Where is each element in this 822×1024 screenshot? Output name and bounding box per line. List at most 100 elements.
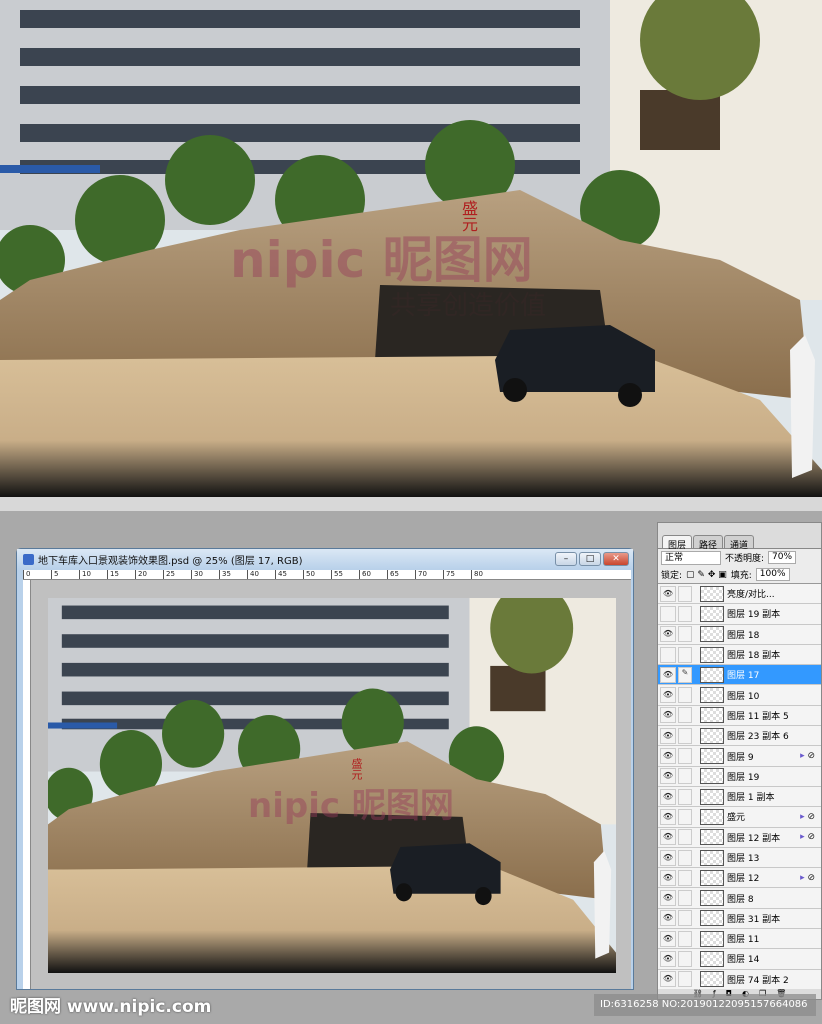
link-toggle[interactable] <box>678 748 692 765</box>
eye-icon[interactable]: 👁 <box>660 910 676 927</box>
tab-layers[interactable]: 图层 <box>662 535 693 551</box>
eye-icon[interactable]: 👁 <box>660 748 676 765</box>
layer-row[interactable]: 👁 图层 31 副本 <box>658 908 821 930</box>
layer-name: 图层 13 <box>727 854 760 864</box>
blend-mode-select[interactable]: 正常 <box>661 550 721 565</box>
layer-row[interactable]: 👁 ✎ 图层 17 <box>658 665 821 686</box>
layer-row[interactable]: 👁 盛元 ▸ ⊘ <box>658 807 821 828</box>
layer-row[interactable]: 图层 19 副本 <box>658 604 821 625</box>
maximize-button[interactable]: □ <box>579 552 601 566</box>
brush-icon[interactable]: ✎ <box>678 666 692 683</box>
fx-icon[interactable]: ▸ ⊘ <box>800 751 815 761</box>
link-toggle[interactable] <box>678 585 692 602</box>
eye-icon[interactable]: 👁 <box>660 788 676 805</box>
document-canvas-area[interactable]: 盛元 nipic 昵图网 <box>31 580 631 989</box>
link-toggle[interactable] <box>678 890 692 907</box>
eye-icon[interactable]: 👁 <box>660 808 676 825</box>
fx-icon[interactable]: ▸ ⊘ <box>800 812 815 822</box>
eye-icon[interactable]: 👁 <box>660 971 676 988</box>
layer-row[interactable]: 👁 图层 11 <box>658 929 821 950</box>
eye-icon[interactable]: 👁 <box>660 950 676 967</box>
minimize-button[interactable]: – <box>555 552 577 566</box>
link-toggle[interactable] <box>678 727 692 744</box>
ruler-tick: 70 <box>415 570 443 579</box>
fill-label: 填充: <box>730 571 752 581</box>
layer-row[interactable]: 👁 图层 14 <box>658 949 821 970</box>
layer-thumbnail <box>700 971 724 988</box>
link-toggle[interactable] <box>678 849 692 866</box>
eye-icon[interactable]: 👁 <box>660 707 676 724</box>
site-watermark-logo: 昵图网 www.nipic.com <box>10 997 212 1017</box>
tab-channels[interactable]: 通道 <box>724 535 755 551</box>
layer-name: 图层 19 <box>727 772 760 783</box>
visibility-toggle[interactable] <box>660 605 676 622</box>
layer-thumbnail <box>700 788 724 805</box>
layer-name: 图层 11 <box>727 935 760 946</box>
layer-row[interactable]: 👁 图层 1 副本 <box>658 786 821 808</box>
ruler-tick: 35 <box>219 570 247 579</box>
layer-thumbnail <box>700 930 724 947</box>
link-toggle[interactable] <box>678 930 692 947</box>
layer-row[interactable]: 👁 图层 12 ▸ ⊘ <box>658 868 821 889</box>
layer-row[interactable]: 👁 图层 8 <box>658 888 821 909</box>
layer-row[interactable]: 👁 图层 11 副本 5 <box>658 705 821 727</box>
close-button[interactable]: ✕ <box>603 552 629 566</box>
eye-icon[interactable]: 👁 <box>660 626 676 643</box>
link-toggle[interactable] <box>678 869 692 886</box>
layer-row[interactable]: 👁 图层 12 副本 ▸ ⊘ <box>658 827 821 848</box>
link-toggle[interactable] <box>678 646 692 663</box>
layer-row[interactable]: 👁 图层 23 副本 6 <box>658 726 821 747</box>
eye-icon[interactable]: 👁 <box>660 768 676 785</box>
link-toggle[interactable] <box>678 687 692 704</box>
eye-icon[interactable]: 👁 <box>660 829 676 846</box>
link-toggle[interactable] <box>678 626 692 643</box>
link-toggle[interactable] <box>678 788 692 805</box>
eye-icon[interactable]: 👁 <box>660 687 676 704</box>
layer-thumbnail <box>700 585 724 602</box>
layer-thumbnail <box>700 890 724 907</box>
link-toggle[interactable] <box>678 808 692 825</box>
layer-row[interactable]: 👁 图层 13 <box>658 847 821 869</box>
layer-row[interactable]: 👁 图层 74 副本 2 <box>658 969 821 990</box>
layer-name: 图层 9 <box>727 752 754 763</box>
canvas-image[interactable]: 盛元 nipic 昵图网 <box>48 598 616 973</box>
layer-row[interactable]: 👁 亮度/对比... <box>658 584 821 605</box>
layer-thumbnail <box>700 707 724 724</box>
eye-icon[interactable]: 👁 <box>660 930 676 947</box>
layer-row[interactable]: 👁 图层 10 <box>658 685 821 706</box>
link-toggle[interactable] <box>678 707 692 724</box>
layer-thumbnail <box>700 849 724 866</box>
layer-row[interactable]: 👁 图层 19 <box>658 766 821 787</box>
link-toggle[interactable] <box>678 971 692 988</box>
link-toggle[interactable] <box>678 950 692 967</box>
tab-paths[interactable]: 路径 <box>693 535 724 551</box>
eye-icon[interactable]: 👁 <box>660 585 676 602</box>
link-toggle[interactable] <box>678 605 692 622</box>
document-titlebar[interactable]: 地下车库入口景观装饰效果图.psd @ 25% (图层 17, RGB) – □… <box>17 549 633 569</box>
eye-icon[interactable]: 👁 <box>660 890 676 907</box>
link-toggle[interactable] <box>678 829 692 846</box>
layer-name: 图层 23 副本 6 <box>727 732 789 743</box>
ruler-tick: 5 <box>51 570 79 579</box>
eye-icon[interactable]: 👁 <box>660 869 676 886</box>
fill-input[interactable]: 100% <box>755 568 790 581</box>
eye-icon[interactable]: 👁 <box>660 727 676 744</box>
separator <box>0 497 822 511</box>
link-toggle[interactable] <box>678 910 692 927</box>
visibility-toggle[interactable] <box>660 646 676 663</box>
link-toggle[interactable] <box>678 768 692 785</box>
layer-row[interactable]: 👁 图层 18 <box>658 624 821 645</box>
layer-thumbnail <box>700 808 724 825</box>
layer-thumbnail <box>700 748 724 765</box>
layer-row[interactable]: 图层 18 副本 <box>658 644 821 666</box>
opacity-input[interactable]: 70% <box>768 551 797 564</box>
lock-icons[interactable]: ▢ ✎ ✥ ▣ <box>686 570 727 580</box>
layer-row[interactable]: 👁 图层 9 ▸ ⊘ <box>658 746 821 767</box>
fx-icon[interactable]: ▸ ⊘ <box>800 873 815 883</box>
watermark-sub: 共享创造价值 <box>390 291 547 321</box>
photoshop-icon <box>23 553 34 565</box>
eye-icon[interactable]: 👁 <box>660 666 676 683</box>
ruler-tick: 0 <box>23 570 51 579</box>
fx-icon[interactable]: ▸ ⊘ <box>800 832 815 842</box>
eye-icon[interactable]: 👁 <box>660 849 676 866</box>
